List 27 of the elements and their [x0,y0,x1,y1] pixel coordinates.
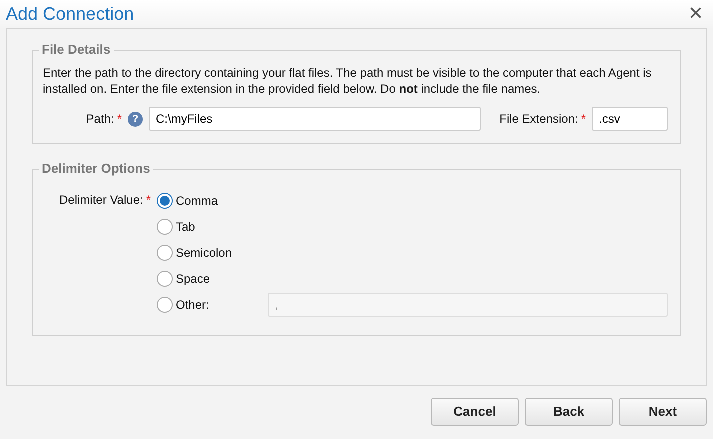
option-label: Other: [176,297,210,314]
dialog-button[interactable]: Back [525,398,613,426]
radio-button[interactable] [157,271,173,287]
description-text: Enter the path to the directory containing your flat files. The path must be visible to the computer that each Agent is installed on. Enter the file extension in the provided field below. Do not include the file names. [43,65,653,97]
dialog-button[interactable]: Cancel [431,398,519,426]
extension-input[interactable]: .csv [592,107,668,131]
dialog-button[interactable]: Next [619,398,707,426]
option-label: Semicolon [176,245,234,262]
option-label: Comma [176,193,220,210]
field-label: Delimiter Value: [60,192,144,209]
group-legend: File Details [39,41,114,59]
required-marker: * [146,192,151,209]
close-button[interactable]: × [684,2,707,26]
field-label: File Extension: [500,111,578,128]
help-icon[interactable]: ? [128,112,143,126]
path-input[interactable]: C:\myFiles [149,107,481,131]
radio-button[interactable] [157,297,173,313]
dialog-title: Add Connection [6,3,134,26]
group-legend: Delimiter Options [39,160,154,178]
option-label: Tab [176,219,196,236]
radio-button[interactable] [157,219,173,235]
required-marker: * [581,111,586,128]
required-marker: * [117,111,122,128]
radio-button[interactable] [157,193,173,209]
radio-button[interactable] [157,245,173,261]
option-label: Space [176,271,212,288]
field-label: Path: [86,111,114,128]
